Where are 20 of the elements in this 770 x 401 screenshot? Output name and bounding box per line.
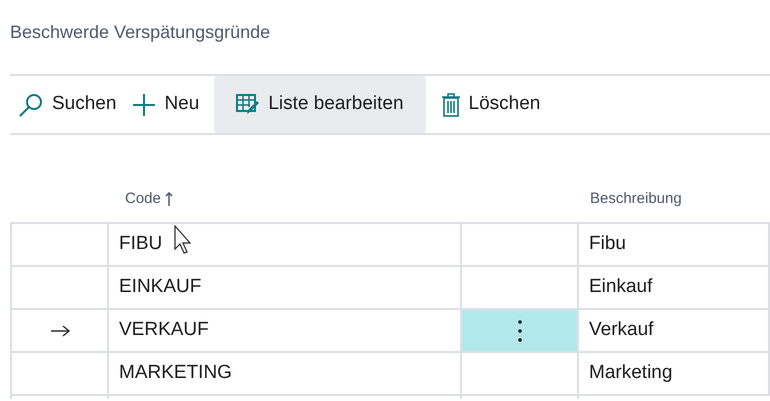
table-cell: Verkauf [579, 310, 770, 351]
row-menu-button[interactable] [462, 310, 579, 351]
table-cell: EINKAUF [109, 267, 462, 308]
page-title: Beschwerde Verspätungsgründe [10, 21, 272, 44]
table-pencil-icon [236, 94, 260, 116]
more-icon [518, 320, 522, 342]
toolbar-button[interactable]: Suchen [10, 76, 124, 133]
table-cell: Marketing [579, 353, 770, 394]
toolbar-button[interactable]: Liste bearbeiten [214, 76, 426, 133]
table-cell: Fibu [579, 224, 770, 265]
search-icon [18, 92, 44, 118]
column-header[interactable]: Beschreibung [582, 188, 770, 210]
table-cell: FIBU [109, 224, 462, 265]
plus-icon [132, 92, 156, 116]
toolbar-button[interactable]: Neu [124, 76, 208, 133]
column-header[interactable]: Code [117, 188, 582, 210]
toolbar-button[interactable]: Löschen [432, 76, 548, 133]
table-cell: Einkauf [579, 267, 770, 308]
trash-icon [440, 92, 461, 116]
table-cell: MARKETING [109, 353, 462, 394]
